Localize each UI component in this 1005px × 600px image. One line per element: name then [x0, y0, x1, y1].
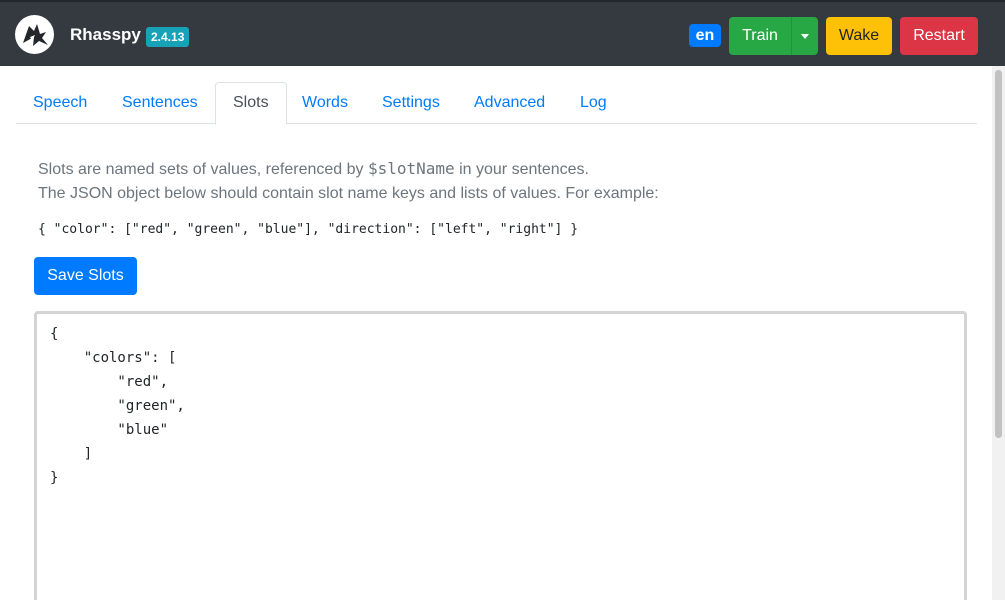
tab-log[interactable]: Log: [563, 82, 624, 124]
tab-words[interactable]: Words: [285, 82, 365, 124]
language-badge: en: [689, 24, 721, 47]
description-text-after: in your sentences.: [454, 161, 589, 178]
rhasspy-logo-graphic: [15, 15, 54, 54]
tab-sentences[interactable]: Sentences: [105, 82, 215, 124]
slots-description-line-1: Slots are named sets of values, referenc…: [38, 157, 659, 182]
main-tabs: Speech Sentences Slots Words Settings Ad…: [16, 82, 977, 125]
rhasspy-logo-icon[interactable]: [15, 15, 54, 54]
restart-button[interactable]: Restart: [900, 17, 978, 55]
slot-name-code: $slotName: [367, 159, 455, 178]
tab-settings[interactable]: Settings: [365, 82, 457, 124]
page-scrollbar-thumb[interactable]: [995, 70, 1002, 438]
slots-json-editor[interactable]: { "colors": [ "red", "green", "blue" ] }: [34, 311, 967, 600]
description-text-before: Slots are named sets of values, referenc…: [38, 161, 368, 178]
slots-description: Slots are named sets of values, referenc…: [38, 157, 659, 206]
tab-speech[interactable]: Speech: [16, 82, 104, 124]
navbar: Rhasspy 2.4.13 en Train Wake Restart: [0, 0, 1005, 66]
version-badge: 2.4.13: [146, 27, 190, 47]
train-button[interactable]: Train: [729, 17, 791, 55]
brand-name[interactable]: Rhasspy: [70, 24, 141, 46]
wake-button[interactable]: Wake: [826, 17, 892, 55]
caret-down-icon: [801, 34, 809, 39]
tab-advanced[interactable]: Advanced: [457, 82, 562, 124]
save-slots-button[interactable]: Save Slots: [34, 257, 137, 295]
train-options-button[interactable]: [791, 17, 818, 55]
tab-slots[interactable]: Slots: [215, 82, 287, 125]
slots-description-line-2: The JSON object below should contain slo…: [38, 185, 659, 202]
json-example: { "color": ["red", "green", "blue"], "di…: [38, 222, 579, 237]
